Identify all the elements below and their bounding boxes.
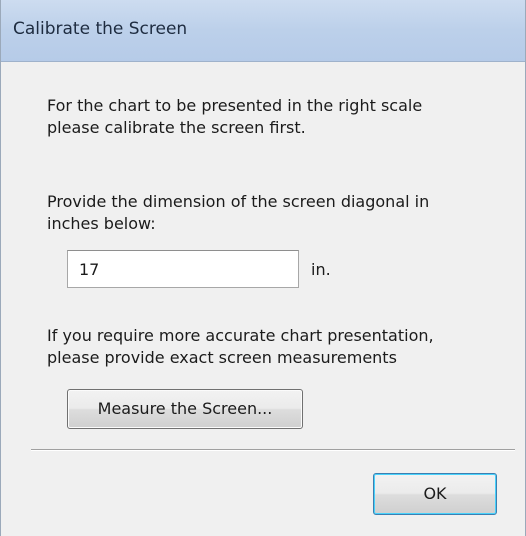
window-title: Calibrate the Screen: [13, 19, 188, 39]
diagonal-instruction-line-2: inches below:: [47, 214, 156, 233]
accuracy-text-line-2: please provide exact screen measurements: [47, 348, 397, 367]
intro-text-line-2: please calibrate the screen first.: [47, 118, 306, 137]
ok-button[interactable]: OK: [373, 473, 497, 515]
measure-screen-button[interactable]: Measure the Screen...: [67, 389, 303, 429]
diagonal-unit-label: in.: [311, 260, 331, 279]
title-bar[interactable]: Calibrate the Screen: [1, 0, 525, 62]
calibrate-dialog: Calibrate the Screen For the chart to be…: [0, 0, 526, 536]
accuracy-text-line-1: If you require more accurate chart prese…: [47, 326, 434, 345]
screen-diagonal-input[interactable]: [67, 250, 299, 288]
dialog-content: For the chart to be presented in the rig…: [1, 62, 525, 536]
diagonal-instruction-line-1: Provide the dimension of the screen diag…: [47, 192, 430, 211]
separator: [31, 449, 515, 451]
intro-text-line-1: For the chart to be presented in the rig…: [47, 96, 423, 115]
